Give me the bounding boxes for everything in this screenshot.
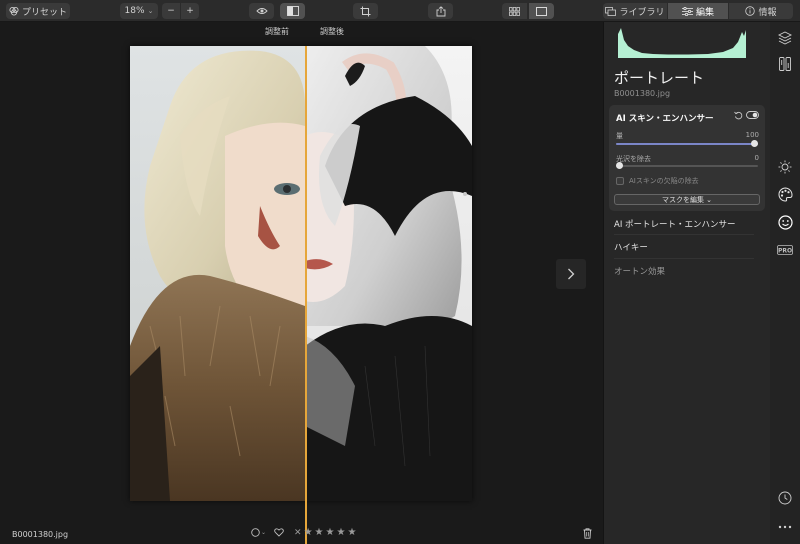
library-tab[interactable]: ライブラリ [603, 3, 667, 19]
eye-icon [255, 8, 268, 14]
shine-slider[interactable] [616, 162, 758, 169]
rating-star-4[interactable]: ★ [336, 527, 345, 538]
zoom-dropdown[interactable]: 18% ⌄ [120, 3, 158, 19]
image-canvas: 調整前 調整後 B0001380.jpg ⌄ ✕ ★ ★ ★ ★ ★ [0, 22, 603, 544]
amount-value: 100 [745, 131, 759, 139]
enable-toggle[interactable] [746, 111, 759, 122]
after-label: 調整後 [320, 27, 344, 36]
grid-view-icon [509, 6, 520, 16]
panel-title: ポートレート [614, 69, 705, 87]
single-view-button[interactable] [529, 3, 554, 19]
pro-icon: PRO [777, 245, 793, 255]
svg-text:PRO: PRO [778, 247, 792, 254]
info-icon [745, 6, 756, 16]
zoom-value: 18% [124, 6, 145, 16]
edit-tab[interactable]: 編集 [668, 3, 728, 19]
edit-mask-button[interactable]: マスクを編集 ⌄ [614, 194, 760, 205]
after-image [305, 46, 472, 501]
rating-bar: ⌄ ✕ ★ ★ ★ ★ ★ [251, 527, 356, 538]
next-image-button[interactable] [556, 259, 586, 289]
library-label: ライブラリ [619, 7, 665, 18]
chevron-down-icon: ⌄ [147, 7, 154, 15]
ai-skin-enhancer-card: AI スキン・エンハンサー 量 100 光沢を除去 0 AIスキンの欠陥の除去 … [609, 105, 765, 211]
info-tab[interactable]: 情報 [729, 3, 793, 19]
history-button[interactable] [777, 490, 793, 506]
amount-label: 量 [616, 132, 623, 140]
top-toolbar: プリセット 18% ⌄ − + ライブラリ 編集 情報 [0, 0, 800, 22]
rail-icon [779, 57, 791, 71]
shine-value: 0 [754, 154, 759, 162]
edit-panel: ポートレート B0001380.jpg AI スキン・エンハンサー 量 100 … [603, 22, 770, 544]
edit-sliders-icon [681, 6, 693, 16]
toggle-icon [746, 111, 759, 119]
zoom-out-button[interactable]: − [162, 3, 180, 19]
creative-button[interactable] [777, 186, 793, 202]
single-view-icon [536, 6, 547, 16]
sun-icon [778, 160, 792, 174]
layers-button[interactable] [777, 30, 793, 46]
histogram [618, 28, 746, 58]
edit-mask-label: マスクを編集 ⌄ [661, 195, 713, 204]
reset-button[interactable] [734, 111, 743, 123]
reset-icon [734, 111, 743, 120]
share-icon [436, 5, 445, 16]
zoom-out-label: − [167, 6, 175, 16]
color-label-button[interactable]: ⌄ [251, 528, 266, 537]
amount-slider[interactable] [616, 140, 758, 147]
delete-button[interactable] [583, 528, 592, 542]
reject-button[interactable]: ✕ [294, 528, 302, 538]
presets-icon [9, 6, 19, 16]
compare-button[interactable] [280, 3, 305, 19]
grid-view-button[interactable] [502, 3, 527, 19]
defect-removal-row[interactable]: AIスキンの欠陥の除去 [616, 176, 699, 186]
portrait-photo[interactable] [130, 46, 472, 501]
defect-removal-label: AIスキンの欠陥の除去 [629, 177, 699, 185]
card-title: AI スキン・エンハンサー [616, 114, 714, 124]
compare-icon [286, 6, 299, 16]
rating-star-1[interactable]: ★ [304, 527, 313, 538]
more-icon [778, 525, 792, 529]
more-button[interactable] [777, 519, 793, 535]
pro-button[interactable]: PRO [777, 242, 793, 258]
before-label: 調整前 [265, 27, 289, 36]
essentials-button[interactable] [777, 159, 793, 175]
share-button[interactable] [428, 3, 453, 19]
presets-button[interactable]: プリセット [6, 3, 70, 19]
chevron-right-icon [568, 268, 575, 280]
trash-icon [583, 528, 592, 539]
zoom-in-button[interactable]: + [181, 3, 199, 19]
rating-star-2[interactable]: ★ [315, 527, 324, 538]
info-label: 情報 [758, 7, 777, 18]
footer-filename: B0001380.jpg [12, 530, 69, 539]
tool-high-key[interactable]: ハイキー [614, 241, 648, 253]
panel-filename: B0001380.jpg [614, 89, 671, 98]
split-divider-handle[interactable] [305, 46, 307, 544]
divider [614, 234, 754, 235]
rating-star-3[interactable]: ★ [326, 527, 335, 538]
library-icon [605, 6, 617, 16]
preview-eye-button[interactable] [249, 3, 274, 19]
zoom-in-label: + [186, 6, 194, 16]
portrait-button[interactable] [777, 214, 793, 230]
palette-icon [778, 186, 793, 202]
presets-label: プリセット [21, 7, 67, 18]
divider [614, 258, 754, 259]
tool-ai-portrait-enhancer[interactable]: AI ポートレート・エンハンサー [614, 218, 736, 230]
edit-label: 編集 [695, 7, 714, 18]
crop-button[interactable] [353, 3, 378, 19]
layers-icon [778, 31, 792, 45]
rating-star-5[interactable]: ★ [347, 527, 356, 538]
tool-rail: PRO [770, 22, 800, 544]
defect-removal-checkbox[interactable] [616, 177, 624, 185]
panels-button[interactable] [777, 56, 793, 72]
tool-orton-effect[interactable]: オートン効果 [614, 265, 665, 277]
history-icon [778, 491, 792, 505]
crop-icon [360, 6, 371, 16]
smile-icon [777, 214, 793, 230]
heart-icon[interactable] [274, 528, 284, 537]
circle-icon [251, 528, 260, 537]
before-image [130, 46, 305, 501]
